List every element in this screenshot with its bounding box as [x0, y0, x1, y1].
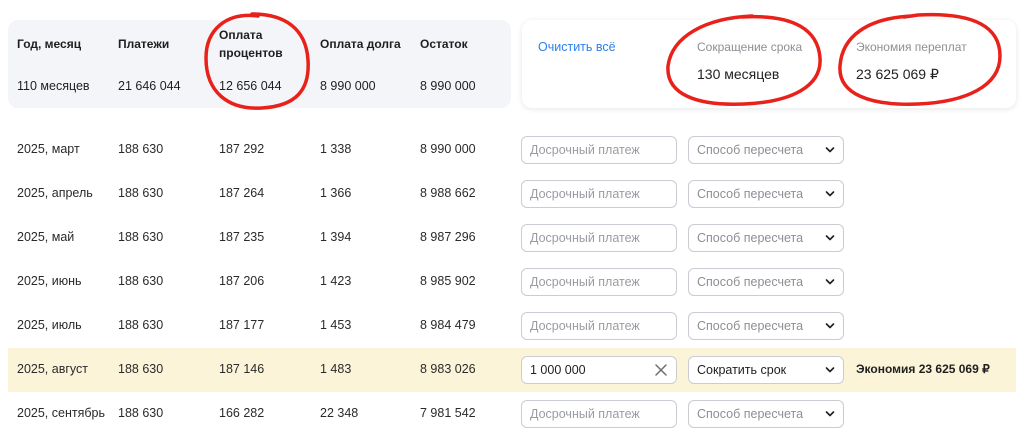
- cell-interest: 187 264: [219, 186, 265, 200]
- recalc-method-placeholder: Способ пересчета: [697, 407, 804, 421]
- cell-month: 2025, август: [17, 362, 88, 376]
- header-interest-line1: Оплата: [219, 28, 263, 42]
- header-interest: Оплата процентов: [219, 26, 283, 62]
- recalc-method-placeholder: Способ пересчета: [697, 187, 804, 201]
- cell-remaining: 8 984 479: [420, 318, 476, 332]
- cell-interest: 187 292: [219, 142, 265, 156]
- prepayment-input[interactable]: [521, 136, 677, 164]
- total-payments: 21 646 044: [118, 79, 181, 93]
- recalc-method-select[interactable]: Способ пересчета: [688, 136, 844, 164]
- chevron-down-icon: [825, 191, 835, 197]
- recalc-method-select[interactable]: Способ пересчета: [688, 312, 844, 340]
- recalc-method-placeholder: Способ пересчета: [697, 275, 804, 289]
- row-savings-text: Экономия 23 625 069 ₽: [856, 362, 990, 376]
- prepayment-input[interactable]: [521, 224, 677, 252]
- cell-month: 2025, апрель: [17, 186, 93, 200]
- cell-debt: 1 338: [320, 142, 352, 156]
- header-debt-payment: Оплата долга: [320, 37, 401, 51]
- chevron-down-icon: [825, 323, 835, 329]
- recalc-method-select[interactable]: Способ пересчета: [688, 268, 844, 296]
- total-period: 110 месяцев: [17, 79, 90, 93]
- table-row: 2025, август 188 630 187 146 1 483 8 983 026…: [8, 348, 1016, 392]
- clear-all-button[interactable]: Очистить всё: [538, 40, 616, 54]
- cell-payment: 188 630: [118, 406, 164, 420]
- total-debt: 8 990 000: [320, 79, 376, 93]
- cell-month: 2025, март: [17, 142, 80, 156]
- cell-payment: 188 630: [118, 362, 164, 376]
- cell-interest: 187 146: [219, 362, 265, 376]
- cell-month: 2025, сентябрь: [17, 406, 105, 420]
- cell-payment: 188 630: [118, 274, 164, 288]
- table-row: 2025, июль 188 630 187 177 1 453 8 984 479 Сп…: [8, 304, 1016, 348]
- chevron-down-icon: [825, 235, 835, 241]
- term-reduction-label: Сокращение срока: [697, 40, 803, 54]
- cell-remaining: 7 981 542: [420, 406, 476, 420]
- cell-debt: 22 348: [320, 406, 359, 420]
- cell-payment: 188 630: [118, 318, 164, 332]
- table-row: 2025, июнь 188 630 187 206 1 423 8 985 902 Сп…: [8, 260, 1016, 304]
- close-icon[interactable]: [652, 361, 670, 379]
- recalc-method-select[interactable]: Способ пересчета: [688, 180, 844, 208]
- savings-value: 23 625 069 ₽: [856, 66, 939, 82]
- cell-remaining: 8 988 662: [420, 186, 476, 200]
- recalc-method-placeholder: Способ пересчета: [697, 231, 804, 245]
- cell-interest: 187 206: [219, 274, 265, 288]
- table-row: 2025, апрель 188 630 187 264 1 366 8 988 662…: [8, 172, 1016, 216]
- cell-remaining: 8 990 000: [420, 142, 476, 156]
- recalc-method-select[interactable]: Способ пересчета: [688, 224, 844, 252]
- cell-debt: 1 453: [320, 318, 352, 332]
- header-year-month: Год, месяц: [17, 37, 82, 51]
- cell-month: 2025, май: [17, 230, 75, 244]
- savings-label: Экономия переплат: [856, 40, 967, 54]
- header-remaining: Остаток: [420, 37, 468, 51]
- table-row: 2025, март 188 630 187 292 1 338 8 990 000 Сп…: [8, 128, 1016, 172]
- chevron-down-icon: [825, 367, 835, 373]
- prepayment-input[interactable]: [521, 400, 677, 428]
- prepayment-input[interactable]: [521, 312, 677, 340]
- prepayment-input[interactable]: [521, 180, 677, 208]
- cell-interest: 187 177: [219, 318, 265, 332]
- term-reduction-value: 130 месяцев: [697, 66, 780, 82]
- cell-remaining: 8 983 026: [420, 362, 476, 376]
- prepayment-input[interactable]: [521, 268, 677, 296]
- cell-month: 2025, июль: [17, 318, 82, 332]
- header-payments: Платежи: [118, 37, 170, 51]
- cell-payment: 188 630: [118, 186, 164, 200]
- chevron-down-icon: [825, 147, 835, 153]
- cell-interest: 166 282: [219, 406, 265, 420]
- cell-debt: 1 483: [320, 362, 352, 376]
- recalc-method-value: Сократить срок: [697, 363, 787, 377]
- cell-debt: 1 423: [320, 274, 352, 288]
- cell-payment: 188 630: [118, 142, 164, 156]
- cell-debt: 1 366: [320, 186, 352, 200]
- recalc-method-placeholder: Способ пересчета: [697, 319, 804, 333]
- table-row: 2025, май 188 630 187 235 1 394 8 987 296 Спо…: [8, 216, 1016, 260]
- recalc-method-select[interactable]: Сократить срок: [688, 356, 844, 384]
- recalc-method-select[interactable]: Способ пересчета: [688, 400, 844, 428]
- table-row: 2025, сентябрь 188 630 166 282 22 348 7 981 …: [8, 392, 1016, 435]
- chevron-down-icon: [825, 411, 835, 417]
- total-remaining: 8 990 000: [420, 79, 476, 93]
- cell-interest: 187 235: [219, 230, 265, 244]
- chevron-down-icon: [825, 279, 835, 285]
- cell-remaining: 8 987 296: [420, 230, 476, 244]
- total-interest: 12 656 044: [219, 79, 282, 93]
- cell-remaining: 8 985 902: [420, 274, 476, 288]
- savings-card: Очистить всё Сокращение срока 130 месяце…: [522, 20, 1016, 108]
- cell-payment: 188 630: [118, 230, 164, 244]
- cell-debt: 1 394: [320, 230, 352, 244]
- cell-month: 2025, июнь: [17, 274, 82, 288]
- recalc-method-placeholder: Способ пересчета: [697, 143, 804, 157]
- header-interest-line2: процентов: [219, 46, 283, 60]
